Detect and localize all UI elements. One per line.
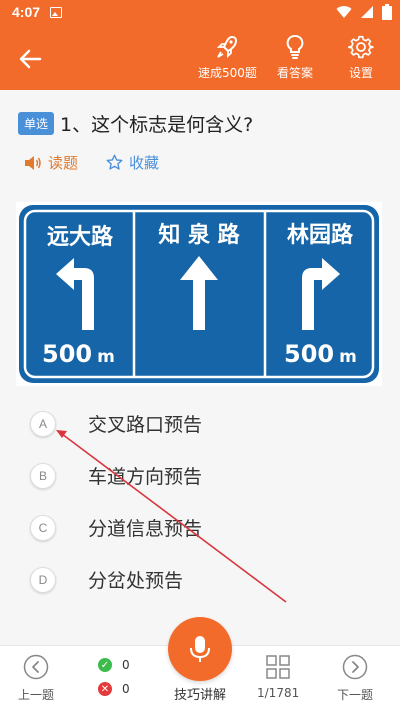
- option-c-letter: C: [30, 514, 56, 541]
- tips-label: 技巧讲解: [173, 688, 226, 703]
- wrong-count-row: ✕ 0: [98, 682, 130, 696]
- prev-question-button[interactable]: 上一题: [18, 654, 54, 703]
- gear-icon: [348, 35, 374, 59]
- question-tools: 读题 收藏: [24, 152, 159, 173]
- read-question-label: 读题: [48, 154, 79, 172]
- wrong-count: 0: [122, 682, 130, 696]
- speed-500-button[interactable]: 速成500题: [198, 34, 257, 81]
- rocket-icon: [217, 35, 238, 59]
- option-d-letter: D: [30, 566, 56, 593]
- grid-icon: [266, 655, 290, 679]
- status-icons: [336, 4, 392, 20]
- option-b-letter: B: [30, 462, 56, 489]
- bulb-icon: [286, 35, 304, 59]
- sign-road-name-left: 远大路: [47, 224, 114, 250]
- option-a-letter: A: [30, 410, 56, 437]
- question-image: 远大路 500 m 知 泉 路 林园路 500 m: [16, 202, 382, 386]
- option-d[interactable]: D 分岔处预告: [30, 566, 183, 593]
- settings-button[interactable]: 设置: [348, 34, 374, 81]
- read-question-button[interactable]: 读题: [24, 152, 78, 173]
- view-answer-label: 看答案: [277, 66, 314, 80]
- answer-sheet-button[interactable]: 1/1781: [257, 654, 299, 700]
- option-c-text: 分道信息预告: [88, 518, 203, 540]
- sign-road-name-middle: 知 泉 路: [158, 222, 240, 248]
- option-b[interactable]: B 车道方向预告: [30, 462, 202, 489]
- chevron-right-circle-icon: [342, 654, 368, 680]
- correct-count: 0: [122, 658, 130, 672]
- speaker-icon: [25, 155, 41, 170]
- option-d-text: 分岔处预告: [88, 570, 184, 592]
- question-text: 1、这个标志是何含义?: [60, 114, 254, 136]
- question-area: 单选 1、这个标志是何含义? 读题 收藏 远大路 500 m 知 泉 路 林园路…: [0, 90, 400, 645]
- back-arrow-icon: [19, 49, 42, 69]
- check-icon: ✓: [98, 658, 112, 672]
- wifi-icon: [336, 6, 352, 19]
- question-row: 单选 1、这个标志是何含义?: [18, 110, 253, 137]
- progress-counter: 1/1781: [257, 686, 300, 700]
- settings-label: 设置: [348, 66, 373, 80]
- correct-count-row: ✓ 0: [98, 658, 130, 672]
- option-c[interactable]: C 分道信息预告: [30, 514, 202, 541]
- favorite-label: 收藏: [129, 154, 160, 172]
- battery-icon: [382, 4, 392, 20]
- next-question-button[interactable]: 下一题: [337, 654, 373, 703]
- microphone-icon: [190, 636, 210, 662]
- back-button[interactable]: [16, 44, 46, 74]
- option-b-text: 车道方向预告: [88, 466, 203, 488]
- view-answer-button[interactable]: 看答案: [277, 34, 313, 81]
- speed-500-label: 速成500题: [198, 66, 257, 80]
- next-question-label: 下一题: [337, 688, 374, 702]
- status-time: 4:07: [12, 4, 41, 20]
- chevron-left-circle-icon: [23, 654, 49, 680]
- question-type-badge: 单选: [18, 112, 55, 135]
- star-icon: [106, 154, 123, 170]
- signal-icon: [361, 6, 373, 18]
- option-a-text: 交叉路口预告: [88, 414, 203, 436]
- image-icon: [50, 7, 62, 18]
- prev-question-label: 上一题: [18, 688, 55, 702]
- status-bar: 4:07: [0, 0, 400, 26]
- favorite-button[interactable]: 收藏: [106, 152, 159, 173]
- cross-icon: ✕: [98, 682, 112, 696]
- road-sign-image: 远大路 500 m 知 泉 路 林园路 500 m: [19, 205, 379, 383]
- option-a[interactable]: A 交叉路口预告: [30, 410, 202, 437]
- tips-voice-button[interactable]: [168, 617, 232, 681]
- sign-road-name-right: 林园路: [287, 222, 354, 248]
- top-header: 速成500题 看答案 设置: [0, 26, 400, 90]
